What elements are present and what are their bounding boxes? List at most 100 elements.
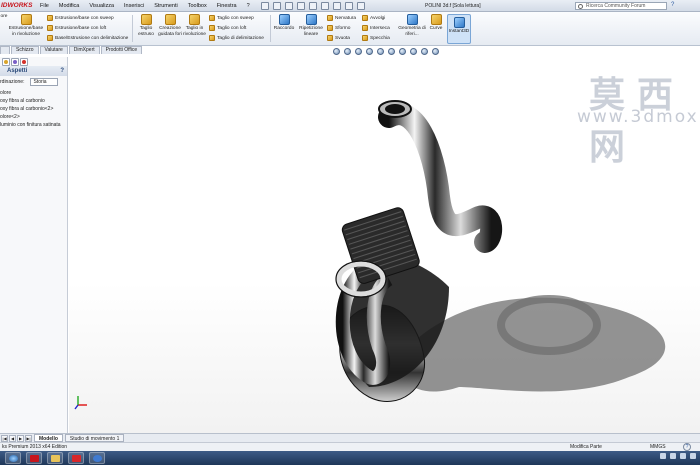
view-settings-icon[interactable]	[432, 47, 439, 55]
open-folder-icon[interactable]	[272, 1, 281, 10]
menu-inserisci[interactable]: Inserisci	[119, 3, 149, 9]
status-help-icon[interactable]: ?	[683, 443, 691, 451]
title-bar: IDWORKS File Modifica Visualizza Inseris…	[0, 0, 700, 12]
section-view-icon[interactable]	[366, 47, 373, 55]
menu-strumenti[interactable]: Strumenti	[149, 3, 183, 9]
linear-pattern-button[interactable]: Ripetizione lineare	[297, 14, 325, 37]
hide-show-items-icon[interactable]	[399, 47, 406, 55]
appearance-item[interactable]: luminio con finitura satinata	[0, 121, 67, 129]
tab-modello[interactable]: Modello	[34, 434, 63, 442]
extrude-revolve-button[interactable]: Estrusione/base in rivoluzione	[8, 14, 44, 37]
units-selector[interactable]: MMGS	[650, 444, 666, 450]
curves-button[interactable]: Curve	[427, 14, 445, 32]
save-icon[interactable]	[284, 1, 293, 10]
display-style-icon[interactable]	[388, 47, 395, 55]
tray-flag-icon[interactable]	[660, 453, 666, 459]
view-orientation-icon[interactable]	[377, 47, 384, 55]
new-document-icon[interactable]	[260, 1, 269, 10]
instant3d-button[interactable]: Instant3D	[447, 14, 471, 44]
tab-motion-study[interactable]: Studio di movimento 1	[64, 434, 125, 442]
tab-valutare[interactable]: Valutare	[39, 46, 68, 54]
feature-tree-tab-icon[interactable]	[2, 57, 10, 66]
last-tab-icon[interactable]: ▶|	[25, 434, 32, 442]
property-manager-tab-icon[interactable]	[11, 57, 19, 66]
appearance-tab-icon[interactable]	[20, 57, 28, 66]
appearance-item[interactable]: olore	[0, 89, 67, 97]
menu-visualizza[interactable]: Visualizza	[84, 3, 119, 9]
rib-button[interactable]: Nervatura	[327, 15, 356, 21]
fillet-button[interactable]: Raccordo	[273, 14, 295, 32]
panel-help-icon[interactable]: ?	[60, 66, 64, 76]
rebuild-icon[interactable]	[332, 1, 341, 10]
intersect-button[interactable]: Interseca	[362, 25, 390, 31]
previous-view-icon[interactable]	[355, 47, 362, 55]
next-tab-icon[interactable]: ▶	[17, 434, 24, 442]
reference-geometry-button[interactable]: Geometria di riferi...	[397, 14, 427, 37]
print-icon[interactable]	[296, 1, 305, 10]
shell-button[interactable]: Svuota	[327, 35, 350, 41]
browser-taskbar-icon[interactable]	[89, 452, 105, 464]
wrap-button[interactable]: Avvolgi	[362, 15, 385, 21]
options-gear-icon[interactable]	[356, 1, 365, 10]
shell-icon	[327, 35, 333, 41]
swept-cut-button[interactable]: Taglio con sweep	[209, 15, 254, 21]
hole-wizard-button[interactable]: Creazione guidata fori	[158, 14, 182, 37]
lofted-cut-button[interactable]: Taglio con loft	[209, 25, 246, 31]
draft-label: Sformo	[335, 25, 351, 31]
graphics-area[interactable]: 莫西网 www.3dmox.com	[69, 57, 700, 433]
explorer-taskbar-icon[interactable]	[47, 452, 63, 464]
boundary-boss-button[interactable]: Base/Estrusione con delimitazione	[47, 35, 128, 41]
tab-dimxpert[interactable]: DimXpert	[68, 46, 100, 54]
appearance-item[interactable]: oxy fibra al carbonio	[0, 97, 67, 105]
boundary-cut-button[interactable]: Taglio di delimitazione	[209, 35, 264, 41]
ribbon-separator	[132, 15, 133, 42]
loft-button[interactable]: Estrusione/base con loft	[47, 25, 106, 31]
revolved-cut-button[interactable]: Taglio in rivoluzione	[182, 14, 207, 37]
select-pointer-icon[interactable]	[320, 1, 329, 10]
tray-network-icon[interactable]	[670, 453, 676, 459]
solidworks-explorer-taskbar-icon[interactable]	[68, 452, 84, 464]
sweep-button[interactable]: Estrusione/base con sweep	[47, 15, 114, 21]
tab-schizzo[interactable]: Schizzo	[11, 46, 39, 54]
first-tab-icon[interactable]: |◀	[1, 434, 8, 442]
draft-button[interactable]: Sformo	[327, 25, 350, 31]
tab-features[interactable]	[0, 46, 10, 54]
menu-toolbox[interactable]: Toolbox	[183, 3, 212, 9]
start-button-icon[interactable]	[5, 452, 21, 464]
wrap-icon	[362, 15, 368, 21]
menu-overflow[interactable]: ?	[242, 3, 255, 9]
swept-cut-label: Taglio con sweep	[217, 15, 254, 21]
undo-icon[interactable]	[308, 1, 317, 10]
menu-file[interactable]: File	[35, 3, 54, 9]
wrap-label: Avvolgi	[370, 15, 386, 21]
apply-scene-icon[interactable]	[421, 47, 428, 55]
intersect-icon	[362, 25, 368, 31]
appearance-item[interactable]: oxy fibra al carbonio<2>	[0, 105, 67, 113]
menu-modifica[interactable]: Modifica	[54, 3, 84, 9]
revolved-cut-label: Taglio in rivoluzione	[183, 26, 206, 37]
file-properties-icon[interactable]	[344, 1, 353, 10]
zoom-to-area-icon[interactable]	[344, 47, 351, 55]
search-input[interactable]: Ricerca Community Forum	[575, 2, 667, 10]
tab-prodotti-office[interactable]: Prodotti Office	[100, 46, 143, 54]
triad-axes-icon	[74, 396, 87, 410]
menu-finestra[interactable]: Finestra	[212, 3, 242, 9]
extruded-cut-button[interactable]: Taglio estruso	[134, 14, 158, 37]
appearance-item[interactable]: olore<2>	[0, 113, 67, 121]
rib-icon	[327, 15, 333, 21]
document-title: POLINI 3d.f [Sola lettura]	[425, 3, 481, 9]
loft-icon	[47, 25, 53, 31]
edition-label: ks Premium 2013 x64 Edition	[2, 444, 68, 450]
help-button[interactable]: ?	[671, 2, 679, 10]
edit-appearance-icon[interactable]	[410, 47, 417, 55]
zoom-to-fit-icon[interactable]	[333, 47, 340, 55]
instant3d-label: Instant3D	[448, 29, 470, 34]
mirror-button[interactable]: Specchia	[362, 35, 390, 41]
ribbon-partial-button[interactable]: ore	[0, 14, 8, 20]
tray-power-icon[interactable]	[690, 453, 696, 459]
tray-volume-icon[interactable]	[680, 453, 686, 459]
prev-tab-icon[interactable]: ◀	[9, 434, 16, 442]
sort-select[interactable]: Storia	[30, 77, 59, 86]
boundary-cut-label: Taglio di delimitazione	[217, 35, 264, 41]
solidworks-taskbar-icon[interactable]	[26, 452, 42, 464]
